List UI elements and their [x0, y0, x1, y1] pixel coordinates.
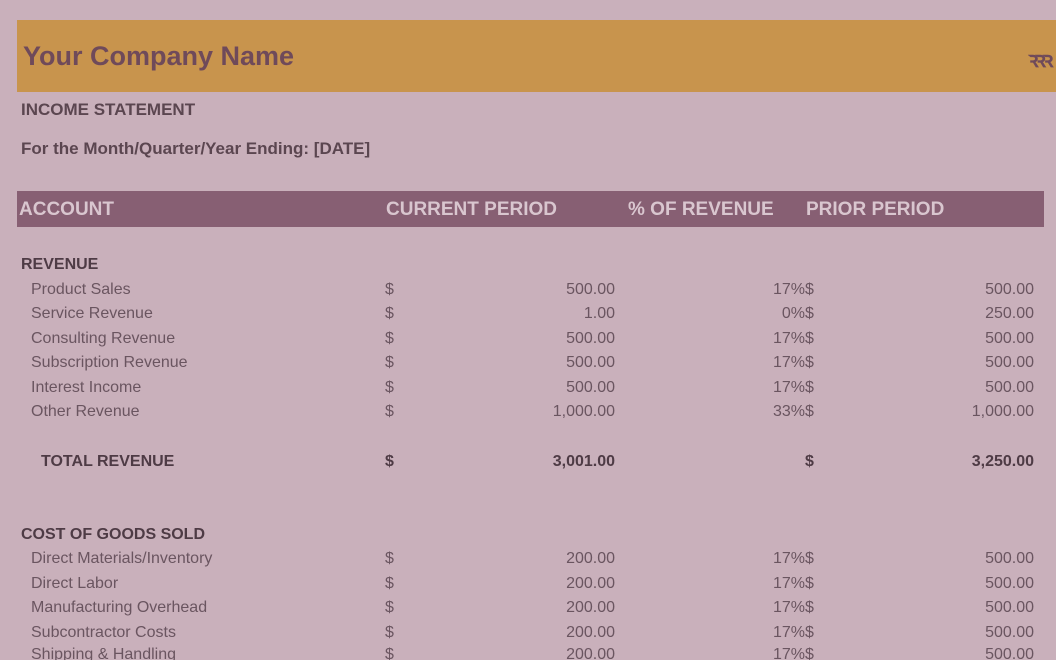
row-prior-currency[interactable]: $ [805, 646, 814, 660]
row-prior-value[interactable]: 500.00 [985, 599, 1034, 617]
table-header: ACCOUNT CURRENT PERIOD % OF REVENUE PRIO… [17, 191, 1044, 227]
row-account[interactable]: Subcontractor Costs [31, 624, 176, 642]
row-prior-currency[interactable]: $ [805, 403, 814, 421]
row-account[interactable]: Interest Income [31, 379, 141, 397]
row-percent-value[interactable]: 17% [773, 575, 805, 593]
table-row: Direct Labor $ 200.00 17% $ 500.00 [0, 575, 1056, 599]
row-percent-value[interactable]: 17% [773, 354, 805, 372]
row-prior-value[interactable]: 500.00 [985, 281, 1034, 299]
row-current-currency[interactable]: $ [385, 646, 394, 660]
total-current-value[interactable]: 3,001.00 [553, 453, 615, 471]
row-prior-value[interactable]: 500.00 [985, 354, 1034, 372]
row-current-currency[interactable]: $ [385, 281, 394, 299]
row-current-currency[interactable]: $ [385, 624, 394, 642]
total-revenue-row: TOTAL REVENUE $ 3,001.00 $ 3,250.00 [0, 453, 1056, 477]
row-current-currency[interactable]: $ [385, 550, 394, 568]
table-row: Service Revenue $ 1.00 0% $ 250.00 [0, 305, 1056, 329]
row-prior-currency[interactable]: $ [805, 281, 814, 299]
row-current-value[interactable]: 500.00 [566, 281, 615, 299]
row-current-value[interactable]: 200.00 [566, 550, 615, 568]
row-percent-value[interactable]: 17% [773, 646, 805, 660]
row-prior-value[interactable]: 500.00 [985, 379, 1034, 397]
row-current-currency[interactable]: $ [385, 354, 394, 372]
row-current-value[interactable]: 200.00 [566, 575, 615, 593]
row-percent-value[interactable]: 17% [773, 281, 805, 299]
row-prior-value[interactable]: 500.00 [985, 646, 1034, 660]
row-current-currency[interactable]: $ [385, 330, 394, 348]
row-percent-value[interactable]: 17% [773, 330, 805, 348]
row-prior-value[interactable]: 500.00 [985, 330, 1034, 348]
row-prior-currency[interactable]: $ [805, 354, 814, 372]
row-account[interactable]: Service Revenue [31, 305, 153, 323]
total-prior-currency[interactable]: $ [805, 453, 814, 471]
logo-icon: ꝛꝛꝛ [1028, 47, 1053, 72]
column-header-prior-period[interactable]: PRIOR PERIOD [806, 199, 944, 221]
row-percent-value[interactable]: 0% [782, 305, 805, 323]
row-account[interactable]: Direct Labor [31, 575, 118, 593]
row-percent-value[interactable]: 17% [773, 550, 805, 568]
row-account[interactable]: Other Revenue [31, 403, 140, 421]
row-current-currency[interactable]: $ [385, 403, 394, 421]
header-banner: Your Company Name ꝛꝛꝛ [17, 20, 1056, 92]
column-header-percent-revenue[interactable]: % OF REVENUE [628, 199, 774, 221]
table-row: Direct Materials/Inventory $ 200.00 17% … [0, 550, 1056, 574]
row-current-value[interactable]: 200.00 [566, 624, 615, 642]
total-prior-value[interactable]: 3,250.00 [972, 453, 1034, 471]
row-current-value[interactable]: 500.00 [566, 379, 615, 397]
row-prior-value[interactable]: 1,000.00 [972, 403, 1034, 421]
row-prior-value[interactable]: 500.00 [985, 550, 1034, 568]
table-row: Manufacturing Overhead $ 200.00 17% $ 50… [0, 599, 1056, 623]
row-current-currency[interactable]: $ [385, 305, 394, 323]
row-prior-currency[interactable]: $ [805, 305, 814, 323]
row-prior-currency[interactable]: $ [805, 330, 814, 348]
row-account[interactable]: Consulting Revenue [31, 330, 175, 348]
row-percent-value[interactable]: 33% [773, 403, 805, 421]
company-name[interactable]: Your Company Name [23, 41, 294, 72]
row-current-currency[interactable]: $ [385, 575, 394, 593]
table-row: Other Revenue $ 1,000.00 33% $ 1,000.00 [0, 403, 1056, 427]
row-percent-value[interactable]: 17% [773, 379, 805, 397]
row-current-value[interactable]: 200.00 [566, 646, 615, 660]
row-prior-value[interactable]: 500.00 [985, 575, 1034, 593]
table-row: Product Sales $ 500.00 17% $ 500.00 [0, 281, 1056, 305]
row-percent-value[interactable]: 17% [773, 599, 805, 617]
row-prior-currency[interactable]: $ [805, 624, 814, 642]
table-row: Interest Income $ 500.00 17% $ 500.00 [0, 379, 1056, 403]
row-prior-value[interactable]: 500.00 [985, 624, 1034, 642]
row-percent-value[interactable]: 17% [773, 624, 805, 642]
row-current-value[interactable]: 1,000.00 [553, 403, 615, 421]
table-row: Subscription Revenue $ 500.00 17% $ 500.… [0, 354, 1056, 378]
section-revenue-label[interactable]: REVENUE [21, 256, 98, 274]
row-prior-value[interactable]: 250.00 [985, 305, 1034, 323]
row-prior-currency[interactable]: $ [805, 575, 814, 593]
table-row: Subcontractor Costs $ 200.00 17% $ 500.0… [0, 624, 1056, 648]
column-header-current-period[interactable]: CURRENT PERIOD [386, 199, 557, 221]
row-account[interactable]: Shipping & Handling [31, 646, 176, 660]
row-account[interactable]: Direct Materials/Inventory [31, 550, 212, 568]
table-row: Consulting Revenue $ 500.00 17% $ 500.00 [0, 330, 1056, 354]
section-cogs-label[interactable]: COST OF GOODS SOLD [21, 526, 205, 544]
row-current-currency[interactable]: $ [385, 599, 394, 617]
table-row: Shipping & Handling $ 200.00 17% $ 500.0… [0, 646, 1056, 660]
row-account[interactable]: Subscription Revenue [31, 354, 188, 372]
statement-period[interactable]: For the Month/Quarter/Year Ending: [DATE… [21, 139, 370, 159]
row-current-value[interactable]: 500.00 [566, 330, 615, 348]
row-prior-currency[interactable]: $ [805, 599, 814, 617]
row-current-currency[interactable]: $ [385, 379, 394, 397]
statement-title[interactable]: INCOME STATEMENT [21, 100, 195, 120]
row-current-value[interactable]: 500.00 [566, 354, 615, 372]
row-prior-currency[interactable]: $ [805, 550, 814, 568]
row-account[interactable]: Product Sales [31, 281, 131, 299]
total-revenue-label[interactable]: TOTAL REVENUE [41, 453, 174, 471]
row-current-value[interactable]: 1.00 [584, 305, 615, 323]
row-prior-currency[interactable]: $ [805, 379, 814, 397]
column-header-account[interactable]: ACCOUNT [19, 199, 114, 221]
row-current-value[interactable]: 200.00 [566, 599, 615, 617]
total-current-currency[interactable]: $ [385, 453, 394, 471]
row-account[interactable]: Manufacturing Overhead [31, 599, 207, 617]
